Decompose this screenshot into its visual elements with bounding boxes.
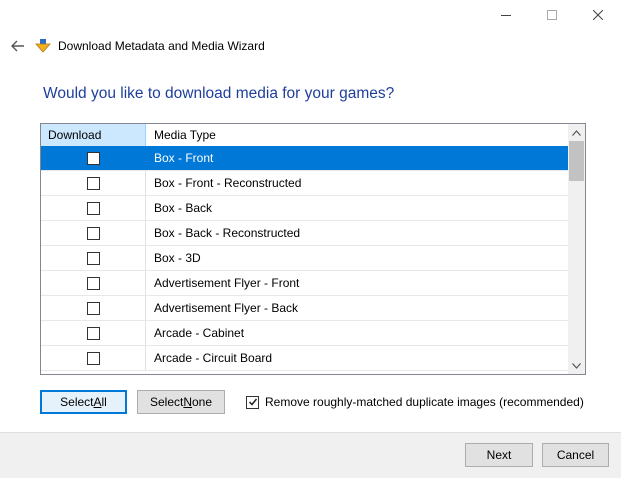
vertical-scrollbar[interactable] [568, 124, 585, 374]
minimize-icon [501, 15, 511, 16]
grid-row[interactable]: Arcade - Cabinet [41, 321, 568, 346]
select-all-accelerator: A [93, 395, 102, 409]
download-cell [41, 146, 146, 170]
cancel-button[interactable]: Cancel [542, 443, 609, 467]
grid-header: Download Media Type [41, 124, 568, 146]
download-arrow-icon [34, 37, 52, 55]
close-icon [593, 10, 603, 20]
grid-row[interactable]: Box - 3D [41, 246, 568, 271]
select-all-button[interactable]: Select All [40, 390, 127, 414]
download-checkbox[interactable] [86, 176, 100, 190]
grid-rows: Box - Front Box - Front - Reconstructed Bo… [41, 146, 568, 371]
download-checkbox[interactable] [86, 351, 100, 365]
media-type-cell: Box - Front [154, 151, 214, 165]
scrollbar-thumb[interactable] [569, 141, 584, 181]
window-controls [483, 0, 621, 30]
minimize-button[interactable] [483, 0, 529, 30]
media-type-cell: Arcade - Circuit Board [154, 351, 273, 365]
select-all-label-prefix: Select [60, 395, 94, 409]
download-checkbox[interactable] [86, 251, 100, 265]
select-none-label-suffix: one [192, 395, 213, 409]
media-type-cell: Advertisement Flyer - Front [154, 276, 300, 290]
close-button[interactable] [575, 0, 621, 30]
remove-duplicates-option[interactable]: Remove roughly-matched duplicate images … [246, 395, 584, 409]
grid-row[interactable]: Arcade - Circuit Board [41, 346, 568, 371]
maximize-button[interactable] [529, 0, 575, 30]
scroll-down-button[interactable] [568, 357, 585, 374]
download-cell [41, 196, 146, 220]
select-none-button[interactable]: Select None [137, 390, 225, 414]
download-cell [41, 171, 146, 195]
column-header-media-type[interactable]: Media Type [146, 124, 568, 146]
media-type-cell: Advertisement Flyer - Back [154, 301, 299, 315]
maximize-icon [547, 10, 557, 20]
download-cell [41, 296, 146, 320]
download-cell [41, 221, 146, 245]
media-type-cell: Box - Back - Reconstructed [154, 226, 301, 240]
select-none-accelerator: N [183, 395, 192, 409]
download-checkbox[interactable] [86, 226, 100, 240]
select-none-label-prefix: Select [149, 395, 184, 409]
media-type-grid[interactable]: Download Media Type Box - Front Box - Fro… [40, 123, 586, 375]
remove-duplicates-label: Remove roughly-matched duplicate images … [265, 395, 584, 409]
chevron-down-icon [572, 362, 581, 369]
grid-row[interactable]: Box - Back - Reconstructed [41, 221, 568, 246]
wizard-title: Download Metadata and Media Wizard [58, 39, 265, 53]
grid-row[interactable]: Advertisement Flyer - Back [41, 296, 568, 321]
download-checkbox[interactable] [86, 276, 100, 290]
download-checkbox[interactable] [86, 301, 100, 315]
download-cell [41, 346, 146, 370]
checkmark-icon [248, 398, 257, 406]
media-type-cell: Arcade - Cabinet [154, 326, 245, 340]
grid-row[interactable]: Box - Back [41, 196, 568, 221]
grid-row[interactable]: Box - Front [41, 146, 568, 171]
download-cell [41, 246, 146, 270]
next-button[interactable]: Next [465, 443, 533, 467]
grid-row[interactable]: Box - Front - Reconstructed [41, 171, 568, 196]
page-heading: Would you like to download media for you… [43, 85, 395, 102]
grid-row[interactable]: Advertisement Flyer - Front [41, 271, 568, 296]
download-cell [41, 271, 146, 295]
back-button[interactable] [10, 38, 26, 54]
back-arrow-icon [11, 40, 24, 52]
scroll-up-button[interactable] [568, 124, 585, 141]
download-checkbox[interactable] [86, 151, 100, 165]
remove-duplicates-checkbox[interactable] [246, 395, 259, 409]
download-checkbox[interactable] [86, 326, 100, 340]
column-header-download[interactable]: Download [41, 124, 146, 146]
media-type-cell: Box - 3D [154, 251, 201, 265]
wizard-titlebar: Download Metadata and Media Wizard [10, 36, 265, 56]
media-type-cell: Box - Front - Reconstructed [154, 176, 302, 190]
download-checkbox[interactable] [86, 201, 100, 215]
select-all-label-suffix: ll [101, 395, 107, 409]
download-cell [41, 321, 146, 345]
chevron-up-icon [572, 129, 581, 136]
media-type-cell: Box - Back [154, 201, 213, 215]
